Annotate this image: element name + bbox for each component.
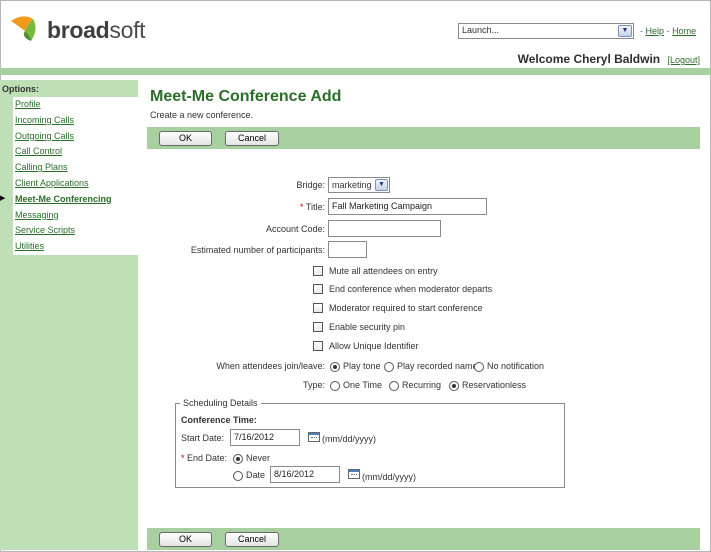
mute-on-entry-checkbox[interactable] <box>313 266 323 276</box>
sidebar-item-messaging[interactable]: Messaging <box>13 207 138 224</box>
launch-select[interactable]: Launch... ▼ <box>458 23 634 39</box>
top-links: - Help - Home <box>640 26 697 36</box>
sidebar-item-outgoing-calls[interactable]: Outgoing Calls <box>13 128 138 145</box>
recurring-radio[interactable] <box>389 381 399 391</box>
cancel-button[interactable]: Cancel <box>225 532 279 547</box>
ok-button[interactable]: OK <box>159 131 212 146</box>
cancel-button[interactable]: Cancel <box>225 131 279 146</box>
bridge-select-value: marketing <box>332 180 372 190</box>
calendar-icon[interactable] <box>348 469 360 479</box>
launch-select-value: Launch... <box>462 25 500 35</box>
page-title: Meet-Me Conference Add <box>150 88 342 105</box>
sidebar-nav: Profile Incoming Calls Outgoing Calls Ca… <box>0 97 138 255</box>
start-date-input[interactable]: 7/16/2012 <box>230 429 300 446</box>
reservationless-radio[interactable] <box>449 381 459 391</box>
end-when-moderator-departs-label: End conference when moderator departs <box>329 284 493 294</box>
moderator-required-label: Moderator required to start conference <box>329 303 483 313</box>
mute-on-entry-label: Mute all attendees on entry <box>329 266 438 276</box>
help-link[interactable]: Help <box>646 26 665 36</box>
unique-identifier-label: Allow Unique Identifier <box>329 341 419 351</box>
one-time-label: One Time <box>343 380 383 390</box>
no-notification-label: No notification <box>487 361 545 371</box>
bridge-label: Bridge: <box>296 180 325 190</box>
sidebar: Options: Profile Incoming Calls Outgoing… <box>0 80 138 550</box>
home-link[interactable]: Home <box>672 26 696 36</box>
brand-wordmark: broadsoft <box>47 16 146 43</box>
top-button-bar: OK Cancel <box>147 127 700 149</box>
one-time-radio[interactable] <box>330 381 340 391</box>
scheduling-details-legend: Scheduling Details <box>180 398 261 408</box>
start-date-label: Start Date: <box>181 433 225 443</box>
logout-link[interactable]: [Logout] <box>667 55 700 65</box>
chevron-down-icon: ▼ <box>618 25 632 37</box>
end-date-date-radio[interactable] <box>233 471 243 481</box>
participants-input[interactable] <box>328 241 367 258</box>
unique-identifier-checkbox[interactable] <box>313 341 323 351</box>
calendar-icon[interactable] <box>308 432 320 442</box>
end-date-never-radio[interactable] <box>233 454 243 464</box>
sidebar-item-client-applications[interactable]: Client Applications <box>13 175 138 192</box>
title-label: * Title: <box>299 202 325 212</box>
sidebar-item-calling-plans[interactable]: Calling Plans <box>13 160 138 176</box>
ok-button[interactable]: OK <box>159 532 212 547</box>
play-recorded-name-label: Play recorded name <box>397 361 478 371</box>
broadsoft-logo-icon <box>11 16 36 41</box>
sidebar-item-profile[interactable]: Profile <box>13 97 138 113</box>
end-date-format-hint: (mm/dd/yyyy) <box>362 472 416 482</box>
account-code-label: Account Code: <box>265 224 325 234</box>
security-pin-label: Enable security pin <box>329 322 406 332</box>
end-date-label: * End Date: <box>181 453 228 463</box>
conference-time-heading: Conference Time: <box>181 415 257 425</box>
sidebar-item-utilities[interactable]: Utilities <box>13 239 138 255</box>
end-when-moderator-departs-checkbox[interactable] <box>313 284 323 294</box>
play-tone-label: Play tone <box>343 361 381 371</box>
sidebar-item-incoming-calls[interactable]: Incoming Calls <box>13 112 138 129</box>
required-marker: * <box>299 202 304 212</box>
chevron-down-icon: ▼ <box>375 179 388 191</box>
reservationless-label: Reservationless <box>462 380 527 390</box>
security-pin-checkbox[interactable] <box>313 322 323 332</box>
bridge-select[interactable]: marketing ▼ <box>328 177 390 193</box>
moderator-required-checkbox[interactable] <box>313 303 323 313</box>
sidebar-item-service-scripts[interactable]: Service Scripts <box>13 223 138 240</box>
required-marker: * <box>181 453 185 463</box>
welcome-text: Welcome Cheryl Baldwin <box>517 52 661 66</box>
sidebar-item-call-control[interactable]: Call Control <box>13 144 138 161</box>
account-code-input[interactable] <box>328 220 441 237</box>
page-subtitle: Create a new conference. <box>150 110 254 120</box>
bottom-button-bar: OK Cancel <box>147 528 700 550</box>
play-recorded-name-radio[interactable] <box>384 362 394 372</box>
header-divider-bar <box>0 68 711 75</box>
broadsoft-logo: broadsoft <box>9 14 159 46</box>
title-input[interactable]: Fall Marketing Campaign <box>328 198 487 215</box>
end-date-never-label: Never <box>246 453 271 463</box>
participants-label: Estimated number of participants: <box>190 245 325 255</box>
type-label: Type: <box>302 380 325 390</box>
sidebar-item-meet-me-conferencing[interactable]: Meet-Me Conferencing <box>0 191 138 208</box>
no-notification-radio[interactable] <box>474 362 484 372</box>
join-leave-label: When attendees join/leave: <box>216 361 325 371</box>
start-date-format-hint: (mm/dd/yyyy) <box>322 434 376 444</box>
sidebar-title: Options: <box>2 84 39 94</box>
recurring-label: Recurring <box>402 380 442 390</box>
end-date-input[interactable]: 8/16/2012 <box>270 466 340 483</box>
play-tone-radio[interactable] <box>330 362 340 372</box>
welcome-banner: Welcome Cheryl Baldwin [Logout] <box>518 52 700 66</box>
end-date-date-label: Date <box>246 470 266 480</box>
